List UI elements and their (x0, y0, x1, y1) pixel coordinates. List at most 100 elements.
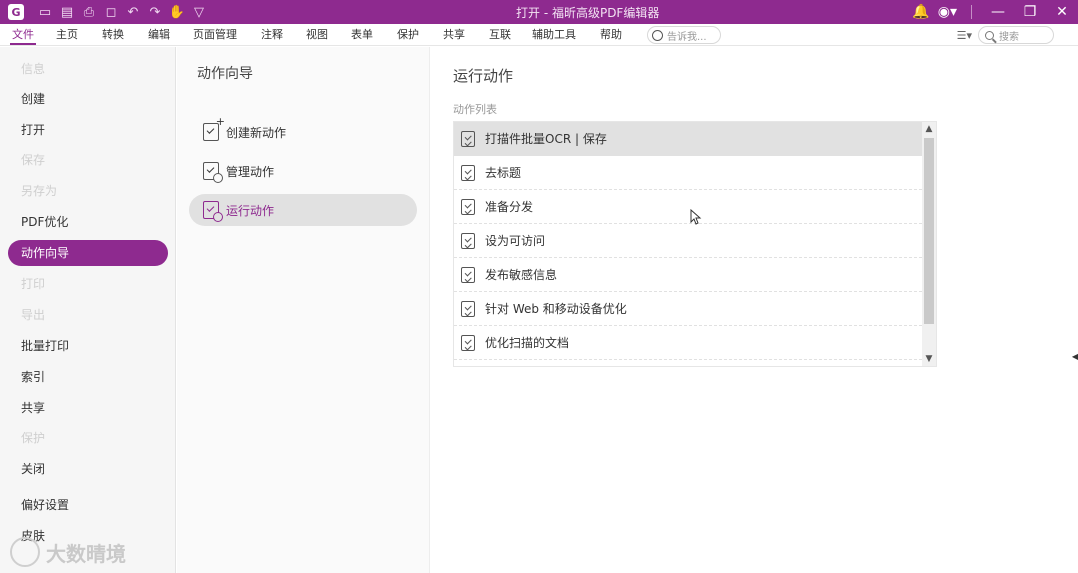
run-action-button[interactable]: 运行动作 (189, 194, 417, 226)
separator (971, 5, 972, 19)
tab-comment[interactable]: 注释 (261, 24, 283, 46)
manage-actions-button[interactable]: 管理动作 (189, 155, 417, 187)
print-icon[interactable]: ⎙ (78, 2, 100, 22)
action-list-item[interactable]: 准备分发 (454, 190, 922, 224)
tab-convert[interactable]: 转换 (102, 24, 124, 46)
action-label: 设为可访问 (485, 234, 546, 248)
action-list[interactable]: 打描件批量OCR | 保存 去标题 准备分发 设为可访问 发布敏感信息 针对 W… (453, 121, 937, 367)
sidebar-item-protect[interactable]: 保护 (8, 425, 168, 451)
content-title: 运行动作 (453, 67, 514, 85)
manage-action-icon (203, 162, 223, 183)
action-checklist-icon (461, 300, 475, 317)
account-icon[interactable]: ◉▾ (934, 0, 961, 24)
action-label: 针对 Web 和移动设备优化 (485, 302, 627, 316)
tab-help[interactable]: 帮助 (600, 24, 622, 46)
action-checklist-icon (461, 232, 475, 249)
customize-dropdown-icon[interactable]: ▽ (188, 2, 210, 22)
action-checklist-icon (461, 334, 475, 351)
tab-page-organize[interactable]: 页面管理 (193, 24, 237, 46)
scroll-thumb[interactable] (924, 138, 934, 324)
action-wizard-panel: 动作向导 创建新动作 管理动作 运行动作 (177, 47, 430, 573)
panel-title: 动作向导 (197, 66, 253, 82)
sidebar-item-action-wizard[interactable]: 动作向导 (8, 240, 168, 266)
sidebar-item-share[interactable]: 共享 (8, 395, 168, 421)
action-label: 打描件批量OCR | 保存 (485, 132, 607, 146)
sidebar-item-save-as[interactable]: 另存为 (8, 178, 168, 204)
tell-me-placeholder: 告诉我... (667, 31, 707, 43)
action-list-item[interactable]: 去标题 (454, 156, 922, 190)
tell-me-input[interactable]: 告诉我... (647, 26, 721, 44)
minimize-icon[interactable]: — (982, 0, 1014, 24)
action-list-item[interactable]: 优化扫描的文档 (454, 326, 922, 360)
app-logo[interactable]: G (8, 4, 24, 20)
sidebar-item-info[interactable]: 信息 (8, 56, 168, 82)
list-scrollbar[interactable]: ▲ ▼ (922, 122, 936, 366)
sidebar-item-open[interactable]: 打开 (8, 117, 168, 143)
watermark: 大数晴境 (10, 537, 126, 567)
action-label: 准备分发 (485, 200, 534, 214)
run-action-label: 运行动作 (226, 203, 275, 218)
sidebar-item-create[interactable]: 创建 (8, 86, 168, 112)
ribbon-tabs: 文件 主页 转换 编辑 页面管理 注释 视图 表单 保护 共享 互联 辅助工具 … (0, 24, 1078, 46)
search-icon (985, 30, 994, 40)
create-new-action-button[interactable]: 创建新动作 (189, 115, 417, 148)
tab-share[interactable]: 共享 (443, 24, 465, 46)
tab-accessibility[interactable]: 辅助工具 (532, 24, 576, 46)
action-checklist-icon (461, 164, 475, 181)
open-folder-icon[interactable]: ▭ (34, 2, 56, 22)
create-action-icon (203, 115, 225, 141)
scroll-down-icon[interactable]: ▼ (922, 352, 936, 366)
restore-icon[interactable]: ❐ (1014, 0, 1046, 24)
action-checklist-icon (461, 130, 475, 147)
close-icon[interactable]: ✕ (1046, 0, 1078, 24)
sidebar-item-close[interactable]: 关闭 (8, 456, 168, 482)
action-label: 优化扫描的文档 (485, 336, 570, 350)
action-checklist-icon (461, 266, 475, 283)
sidebar-item-pdf-optimize[interactable]: PDF优化 (8, 209, 168, 235)
run-action-content: 运行动作 动作列表 打描件批量OCR | 保存 去标题 准备分发 设为可访问 发… (431, 47, 1078, 573)
search-input[interactable]: 搜索 (978, 26, 1054, 44)
notification-bell-icon[interactable]: 🔔 (908, 0, 934, 24)
sidebar-item-save[interactable]: 保存 (8, 147, 168, 173)
scroll-up-icon[interactable]: ▲ (922, 122, 936, 136)
sidebar-item-batch-print[interactable]: 批量打印 (8, 333, 168, 359)
watermark-logo-icon (10, 537, 40, 567)
search-placeholder: 搜索 (999, 31, 1019, 43)
watermark-text: 大数晴境 (46, 541, 126, 566)
file-backstage-sidebar: 信息 创建 打开 保存 另存为 PDF优化 动作向导 打印 导出 批量打印 索引… (0, 47, 176, 573)
tab-connect[interactable]: 互联 (489, 24, 511, 46)
sidebar-item-print[interactable]: 打印 (8, 271, 168, 297)
tab-home[interactable]: 主页 (56, 24, 78, 46)
view-options-icon[interactable]: ☰▾ (957, 29, 972, 42)
action-label: 发布敏感信息 (485, 268, 558, 282)
lightbulb-icon (652, 29, 663, 41)
window-title: 打开 - 福昕高级PDF编辑器 (516, 6, 660, 20)
sidebar-item-index[interactable]: 索引 (8, 364, 168, 390)
tab-form[interactable]: 表单 (351, 24, 373, 46)
window-controls: 🔔 ◉▾ — ❐ ✕ (908, 0, 1078, 24)
redo-icon[interactable]: ↷ (144, 2, 166, 22)
action-list-item[interactable]: 发布敏感信息 (454, 258, 922, 292)
tab-file[interactable]: 文件 (10, 24, 36, 46)
sidebar-item-export[interactable]: 导出 (8, 302, 168, 328)
menu-right-tools: ☰▾ 搜索 (957, 26, 1054, 44)
title-bar: G ▭ ▤ ⎙ ◻ ↶ ↷ ✋ ▽ 打开 - 福昕高级PDF编辑器 🔔 ◉▾ —… (0, 0, 1078, 24)
hand-tool-icon[interactable]: ✋ (166, 2, 188, 22)
action-list-item[interactable]: 打描件批量OCR | 保存 (454, 122, 922, 156)
tab-protect[interactable]: 保护 (397, 24, 419, 46)
undo-icon[interactable]: ↶ (122, 2, 144, 22)
tab-view[interactable]: 视图 (306, 24, 328, 46)
run-action-icon (203, 201, 223, 222)
action-checklist-icon (461, 198, 475, 215)
save-icon[interactable]: ▤ (56, 2, 78, 22)
create-new-action-label: 创建新动作 (226, 125, 287, 140)
action-list-item[interactable]: 针对 Web 和移动设备优化 (454, 292, 922, 326)
collapse-panel-handle-icon[interactable]: ◀ (1072, 347, 1078, 365)
manage-actions-label: 管理动作 (226, 164, 275, 179)
tab-edit[interactable]: 编辑 (148, 24, 170, 46)
quick-access-toolbar: ▭ ▤ ⎙ ◻ ↶ ↷ ✋ ▽ (34, 2, 210, 22)
sidebar-item-preferences[interactable]: 偏好设置 (8, 492, 168, 518)
action-label: 去标题 (485, 166, 522, 180)
action-list-item[interactable]: 设为可访问 (454, 224, 922, 258)
new-file-icon[interactable]: ◻ (100, 2, 122, 22)
